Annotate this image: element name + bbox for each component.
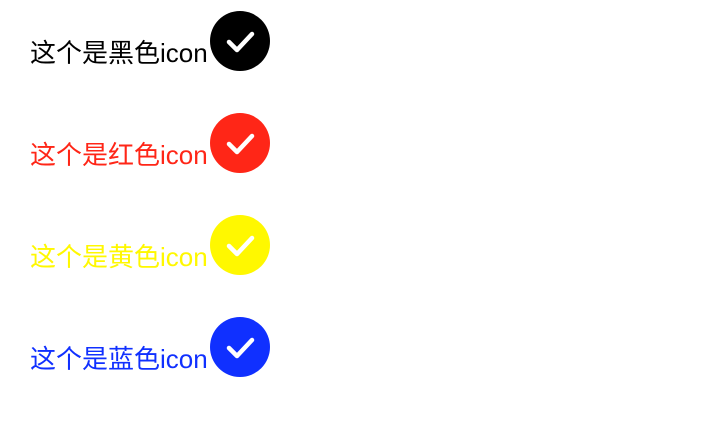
red-check-circle-icon [209, 113, 270, 173]
row-label: 这个是蓝色icon [30, 344, 208, 374]
icon-row-yellow: 这个是黄色icon [30, 214, 270, 276]
black-check-circle-icon [209, 11, 270, 71]
icon-demo-page: 这个是黑色icon 这个是红色icon 这个是黄色icon 这个是蓝色icon [0, 0, 716, 428]
icon-row-black: 这个是黑色icon [30, 10, 270, 72]
row-label: 这个是黑色icon [30, 38, 208, 68]
icon-row-blue: 这个是蓝色icon [30, 316, 270, 378]
icon-row-red: 这个是红色icon [30, 112, 270, 174]
yellow-check-circle-icon [209, 215, 270, 275]
blue-check-circle-icon [209, 317, 270, 377]
row-label: 这个是黄色icon [30, 242, 208, 272]
row-label: 这个是红色icon [30, 140, 208, 170]
